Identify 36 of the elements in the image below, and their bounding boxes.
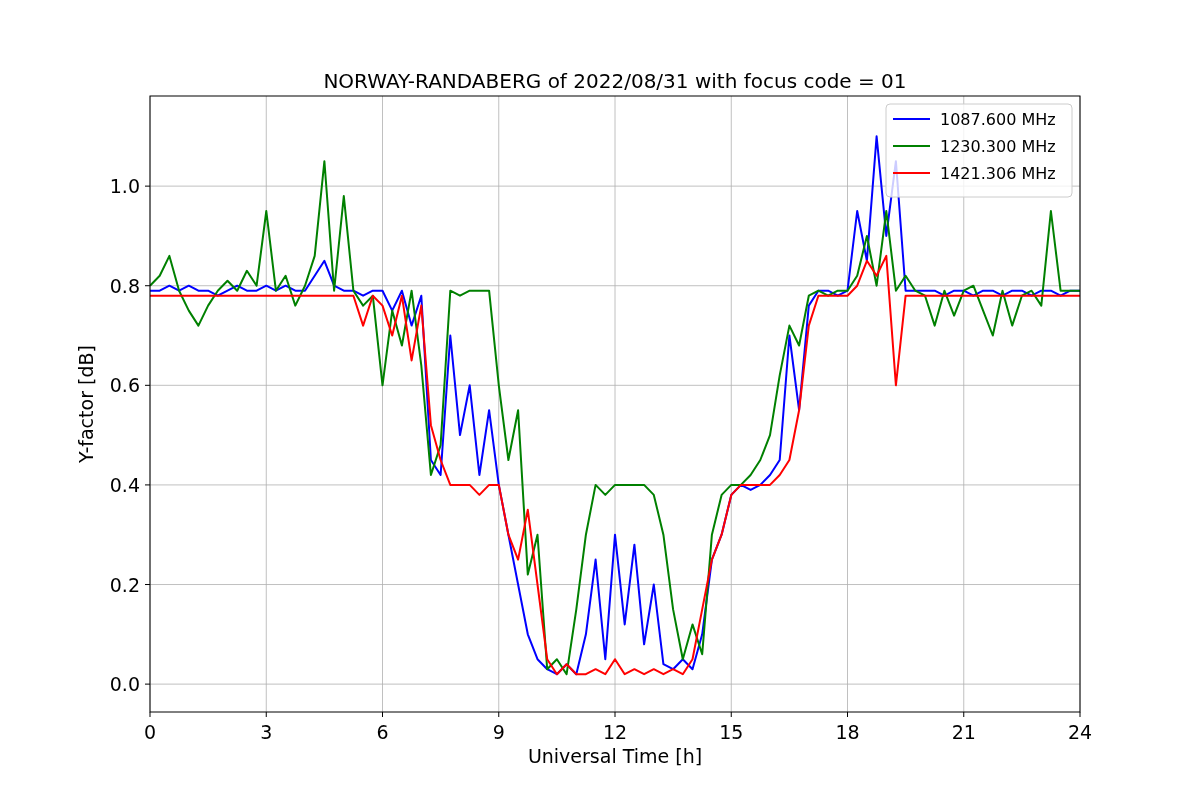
tick-mark <box>144 584 151 585</box>
tick-label: 6 <box>376 721 389 743</box>
tick-label: 0.8 <box>109 274 140 297</box>
tick-mark <box>144 683 151 685</box>
tick-label: 24 <box>1067 721 1093 743</box>
legend-label: 1421.306 MHz <box>940 164 1056 183</box>
legend-label: 1230.300 MHz <box>940 137 1056 156</box>
tick-label: 0 <box>143 721 157 743</box>
tick-mark <box>265 711 267 718</box>
tick-label: 15 <box>719 721 744 743</box>
tick-label: 0.2 <box>109 573 140 596</box>
tick-mark <box>144 285 151 287</box>
tick-mark <box>144 384 151 386</box>
tick-mark <box>149 711 151 718</box>
tick-mark <box>144 185 151 187</box>
chart-title: NORWAY-RANDABERG of 2022/08/31 with focus code = 01 <box>323 69 907 93</box>
tick-label: 21 <box>951 721 976 743</box>
tick-mark <box>144 484 151 486</box>
tick-label: 0.4 <box>109 473 140 496</box>
tick-mark <box>614 711 616 718</box>
x-axis-label: Universal Time [h] <box>527 745 703 767</box>
y-axis-label: Y-factor [dB] <box>75 345 97 463</box>
tick-label: 1.0 <box>109 175 140 198</box>
tick-label: 12 <box>602 721 628 743</box>
tick-mark <box>498 711 500 718</box>
tick-label: 9 <box>492 721 505 743</box>
tick-mark <box>730 711 732 718</box>
tick-mark <box>963 711 965 718</box>
tick-label: 3 <box>260 721 273 743</box>
tick-label: 0.0 <box>109 673 140 696</box>
tick-mark <box>382 711 383 718</box>
legend-label: 1087.600 MHz <box>940 110 1056 129</box>
tick-label: 0.6 <box>109 374 140 397</box>
tick-mark <box>1079 711 1081 718</box>
tick-label: 18 <box>835 721 860 743</box>
tick-mark <box>847 711 848 718</box>
